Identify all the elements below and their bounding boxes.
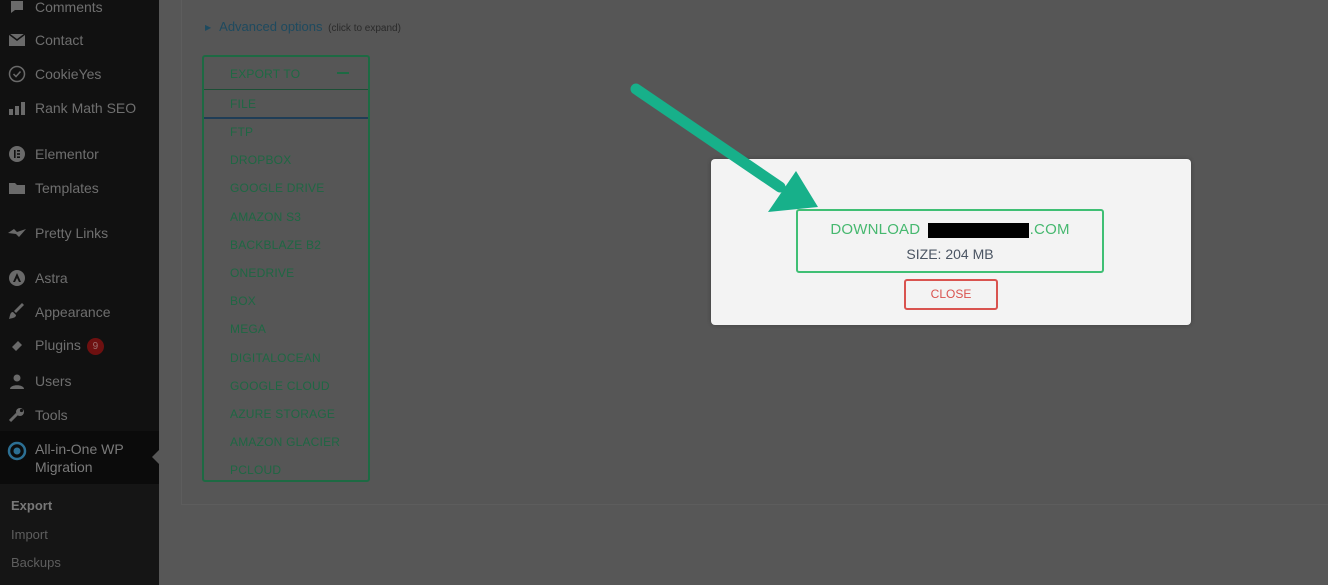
annotation-arrow-head — [768, 171, 818, 212]
annotation-arrow-shaft — [630, 83, 786, 193]
annotation-arrow — [630, 83, 818, 212]
